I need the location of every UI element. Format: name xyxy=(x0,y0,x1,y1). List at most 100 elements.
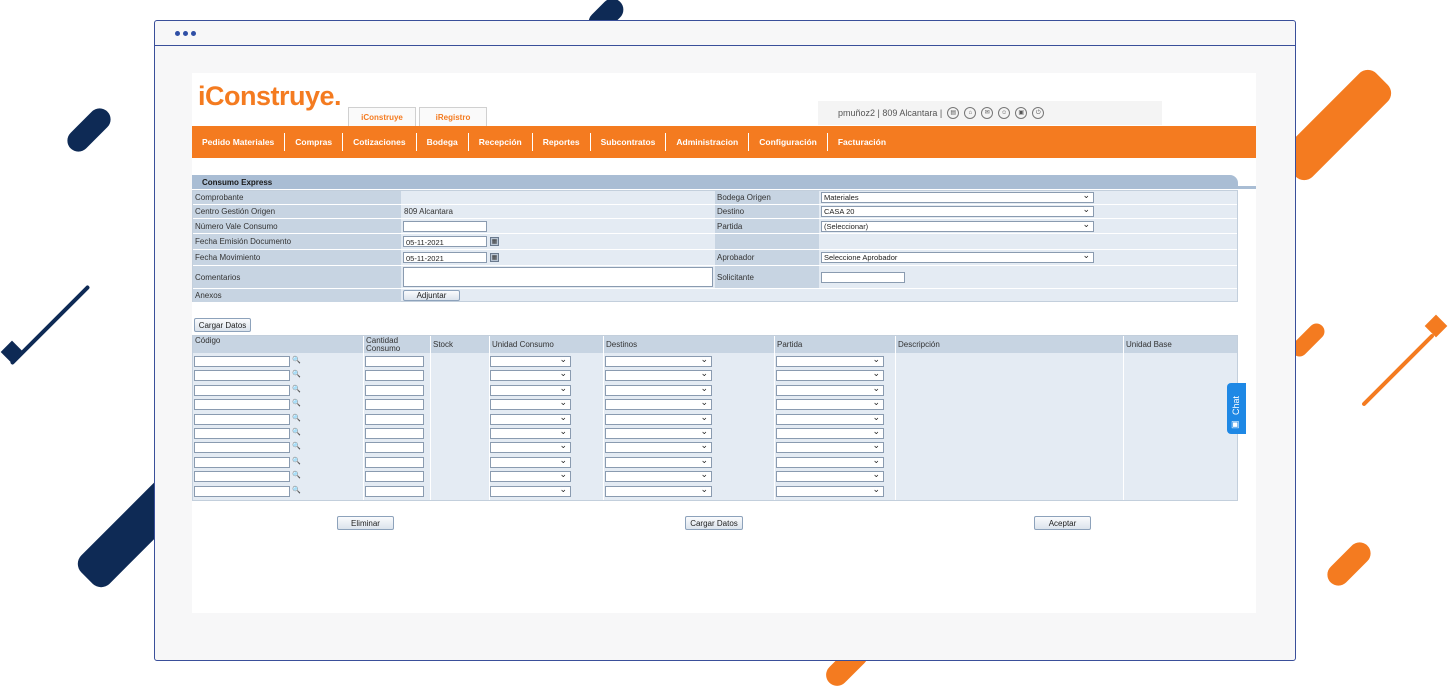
chat-label: Chat xyxy=(1231,395,1241,415)
solicitante-input[interactable] xyxy=(821,271,905,283)
cantidad-input[interactable] xyxy=(365,485,424,497)
unidad-consumo-select[interactable] xyxy=(490,455,571,468)
app-screen: iConstruye. iConstruye iRegistro pmuñoz2… xyxy=(192,73,1256,613)
menu-facturacion[interactable]: Facturación xyxy=(828,133,896,151)
unidad-consumo-select[interactable] xyxy=(490,397,571,411)
menu-recepcion[interactable]: Recepción xyxy=(469,133,533,151)
destinos-select[interactable] xyxy=(605,397,712,411)
power-icon[interactable]: ⏻ xyxy=(1032,107,1045,119)
codigo-input[interactable] xyxy=(194,428,290,439)
unidad-consumo-select[interactable] xyxy=(490,469,571,483)
user-icon[interactable]: ☺ xyxy=(998,107,1011,119)
partida-select[interactable] xyxy=(776,440,884,454)
destinos-select[interactable] xyxy=(605,484,712,497)
partida-select[interactable] xyxy=(776,484,884,497)
search-icon[interactable]: 🔍 xyxy=(292,414,301,423)
search-icon[interactable]: 🔍 xyxy=(292,428,301,437)
destinos-select[interactable] xyxy=(605,412,712,425)
cantidad-input[interactable] xyxy=(365,442,424,454)
unidad-consumo-select[interactable] xyxy=(490,383,571,396)
comentarios-textarea[interactable] xyxy=(403,267,713,287)
menu-bodega[interactable]: Bodega xyxy=(417,133,469,151)
lock-icon[interactable]: ▣ xyxy=(1015,107,1028,119)
destinos-select[interactable] xyxy=(605,383,712,396)
bodega-origen-select[interactable]: Materiales xyxy=(821,190,1094,203)
codigo-input[interactable] xyxy=(194,384,290,396)
cantidad-input[interactable] xyxy=(365,413,424,425)
cantidad-input[interactable] xyxy=(365,370,424,382)
tab-iregistro[interactable]: iRegistro xyxy=(419,107,487,126)
cargar-datos-button[interactable]: Cargar Datos xyxy=(685,516,743,530)
tab-iconstruye[interactable]: iConstruye xyxy=(348,107,416,126)
partida-select[interactable] xyxy=(776,469,884,483)
cantidad-input[interactable] xyxy=(365,456,424,468)
codigo-input[interactable] xyxy=(194,471,290,483)
cantidad-input[interactable] xyxy=(365,384,424,396)
destinos-select[interactable] xyxy=(605,368,712,382)
partida-select[interactable]: (Seleccionar) xyxy=(821,219,1094,232)
codigo-input[interactable] xyxy=(194,456,290,468)
cargar-datos-top-button[interactable]: Cargar Datos xyxy=(194,318,251,332)
chat-button[interactable]: Chat ▣ xyxy=(1227,383,1246,434)
aceptar-button[interactable]: Aceptar xyxy=(1034,516,1091,530)
aprobador-select[interactable]: Seleccione Aprobador xyxy=(821,250,1094,263)
document-icon[interactable]: ▤ xyxy=(947,107,960,119)
mail-icon[interactable]: ✉ xyxy=(981,107,994,119)
codigo-input[interactable] xyxy=(194,485,290,497)
fecha-movimiento-input[interactable]: 05-11-2021 xyxy=(403,252,487,263)
search-icon[interactable]: 🔍 xyxy=(292,442,301,451)
destinos-select[interactable] xyxy=(605,469,712,483)
codigo-input[interactable] xyxy=(194,442,290,454)
menu-cotizaciones[interactable]: Cotizaciones xyxy=(343,133,417,151)
unidad-consumo-select[interactable] xyxy=(490,368,571,382)
partida-select[interactable] xyxy=(776,383,884,396)
search-icon[interactable]: 🔍 xyxy=(292,457,301,466)
destinos-select[interactable] xyxy=(605,455,712,468)
codigo-input[interactable] xyxy=(194,399,290,411)
partida-label: Partida xyxy=(715,219,819,233)
search-icon[interactable]: 🔍 xyxy=(292,370,301,379)
numero-vale-input[interactable] xyxy=(403,220,487,232)
table-row: 🔍 xyxy=(193,440,1237,455)
unidad-consumo-select[interactable] xyxy=(490,412,571,425)
menu-subcontratos[interactable]: Subcontratos xyxy=(591,133,667,151)
menu-administracion[interactable]: Administracion xyxy=(666,133,750,151)
search-icon[interactable]: 🔍 xyxy=(292,385,301,394)
menu-compras[interactable]: Compras xyxy=(285,133,344,151)
unidad-consumo-select[interactable] xyxy=(490,440,571,454)
destino-select[interactable]: CASA 20 xyxy=(821,204,1094,217)
eliminar-button[interactable]: Eliminar xyxy=(337,516,394,530)
cantidad-input[interactable] xyxy=(365,356,424,367)
partida-select[interactable] xyxy=(776,354,884,367)
adjuntar-button[interactable]: Adjuntar xyxy=(403,290,460,301)
menu-pedido-materiales[interactable]: Pedido Materiales xyxy=(192,133,286,151)
unidad-consumo-select[interactable] xyxy=(490,426,571,439)
codigo-input[interactable] xyxy=(194,356,290,367)
partida-select[interactable] xyxy=(776,368,884,382)
destinos-select[interactable] xyxy=(605,354,712,367)
col-unidad-base: Unidad Base xyxy=(1126,339,1172,349)
search-icon[interactable]: 🔍 xyxy=(292,471,301,480)
cantidad-input[interactable] xyxy=(365,399,424,411)
partida-select[interactable] xyxy=(776,397,884,411)
search-icon[interactable]: 🔍 xyxy=(292,399,301,408)
codigo-input[interactable] xyxy=(194,370,290,382)
destinos-select[interactable] xyxy=(605,440,712,454)
unidad-consumo-select[interactable] xyxy=(490,354,571,367)
partida-select[interactable] xyxy=(776,455,884,468)
partida-select[interactable] xyxy=(776,412,884,425)
unidad-consumo-select[interactable] xyxy=(490,484,571,497)
menu-configuracion[interactable]: Configuración xyxy=(749,133,828,151)
cantidad-input[interactable] xyxy=(365,471,424,483)
calendar-icon[interactable]: ▦ xyxy=(490,237,499,246)
destinos-select[interactable] xyxy=(605,426,712,439)
menu-reportes[interactable]: Reportes xyxy=(533,133,591,151)
codigo-input[interactable] xyxy=(194,413,290,425)
partida-select[interactable] xyxy=(776,426,884,439)
fecha-emision-input[interactable]: 05-11-2021 xyxy=(403,236,487,247)
home-icon[interactable]: ⌂ xyxy=(964,107,977,119)
search-icon[interactable]: 🔍 xyxy=(292,486,301,495)
cantidad-input[interactable] xyxy=(365,428,424,439)
calendar-icon[interactable]: ▦ xyxy=(490,253,499,262)
search-icon[interactable]: 🔍 xyxy=(292,356,301,365)
